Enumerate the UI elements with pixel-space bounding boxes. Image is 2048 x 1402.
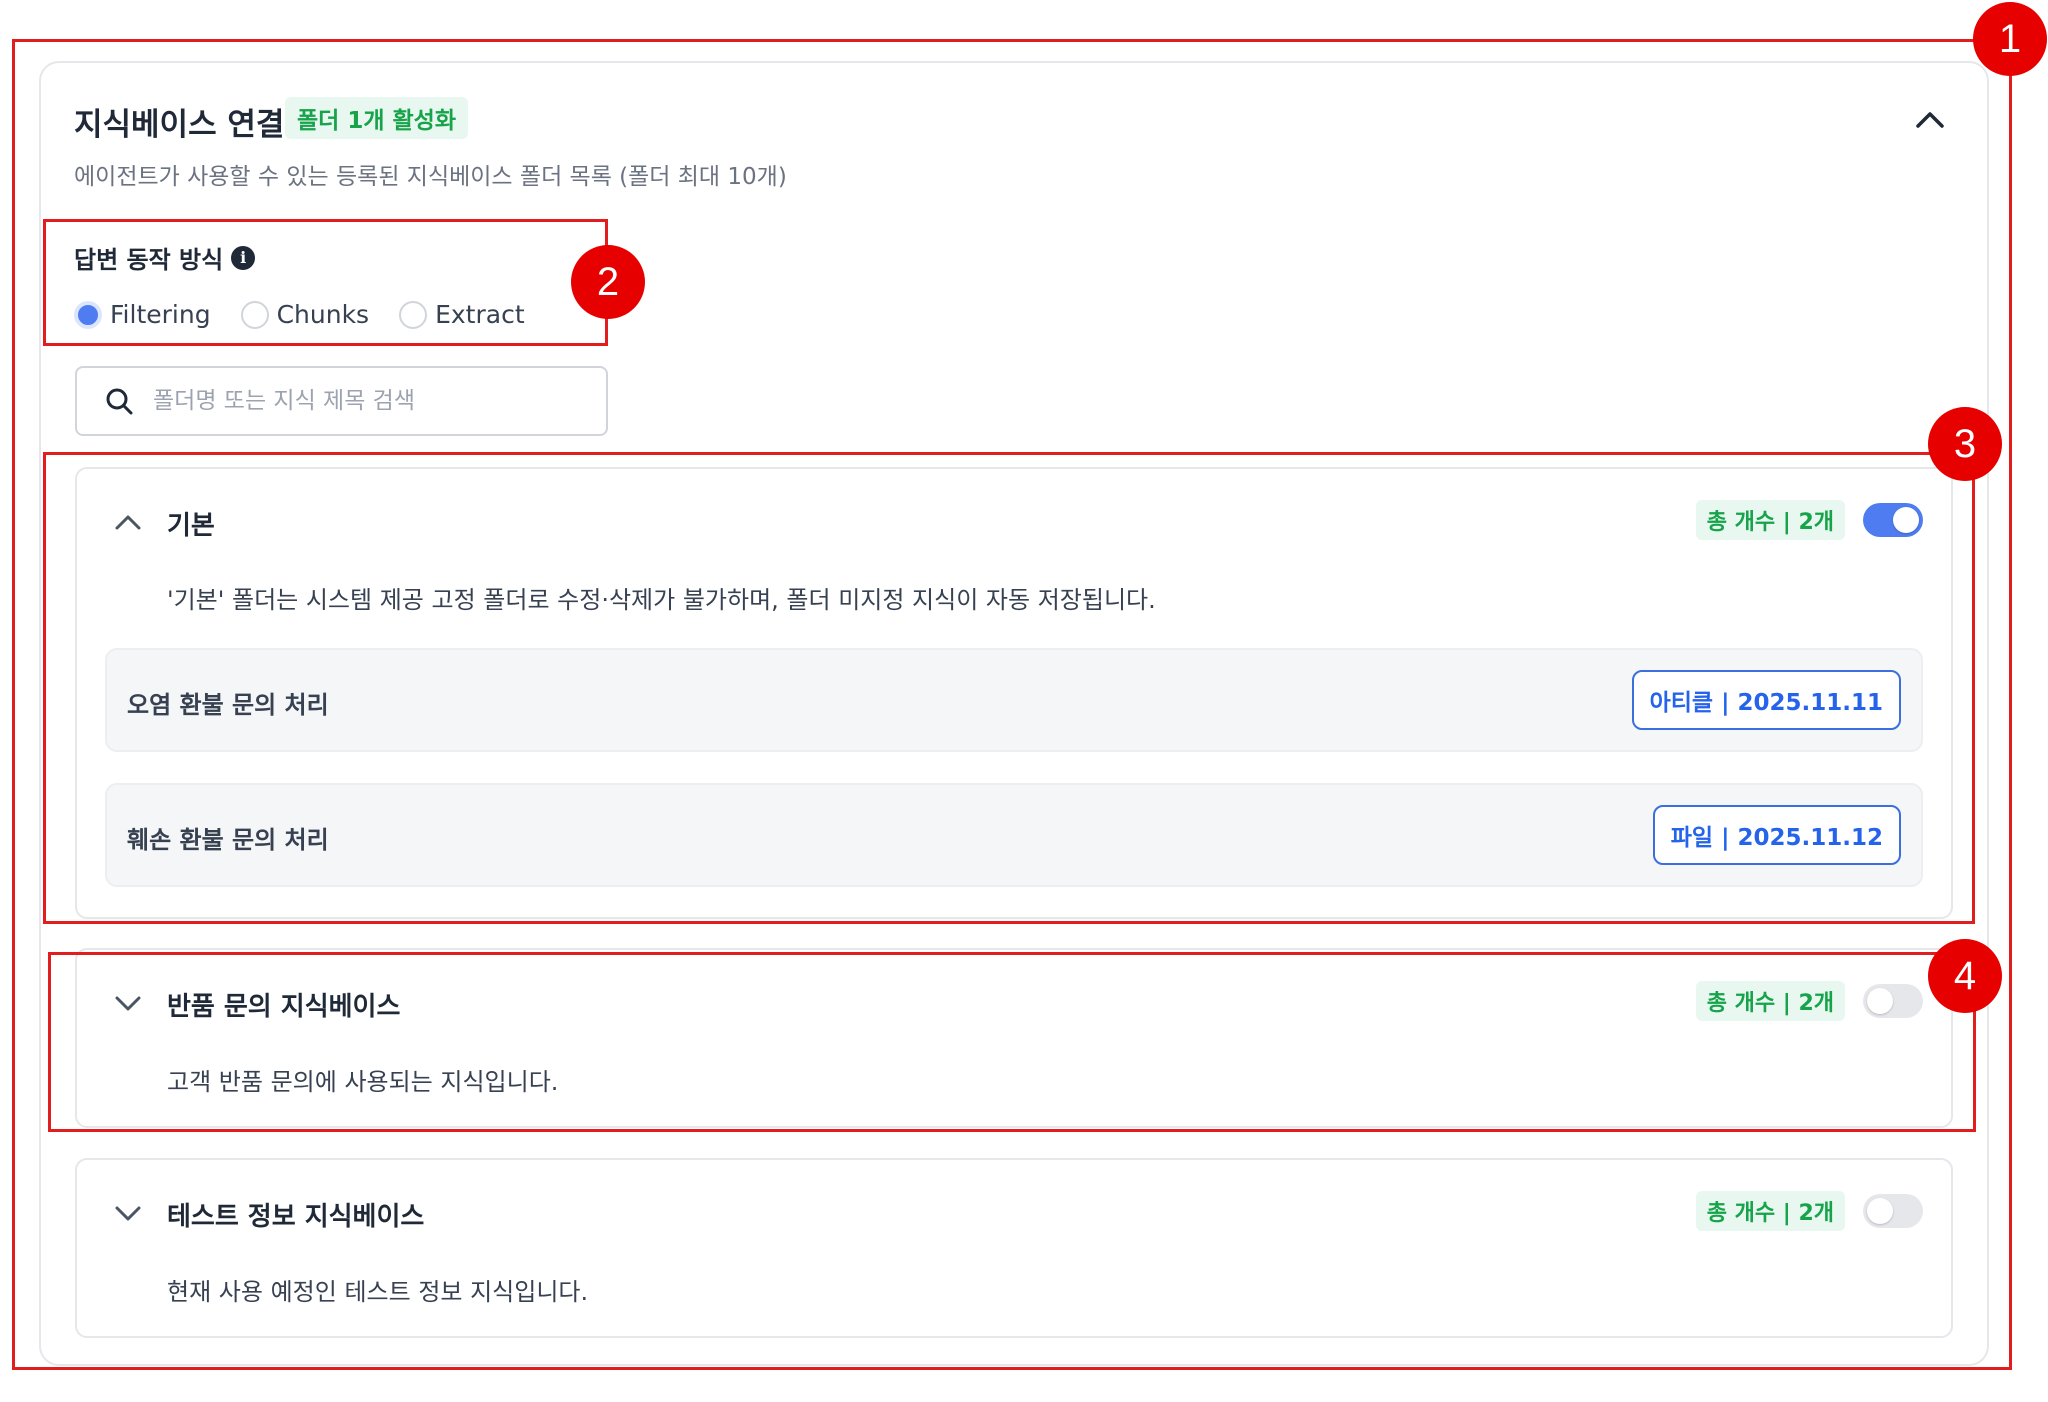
- annotation-marker-1: 1: [1973, 2, 2047, 76]
- annotation-box-2: [43, 219, 608, 346]
- annotation-marker-3: 3: [1928, 407, 2002, 481]
- annotation-marker-2: 2: [571, 245, 645, 319]
- annotation-marker-4: 4: [1928, 939, 2002, 1013]
- annotation-box-4: [48, 952, 1976, 1132]
- annotation-box-3: [43, 452, 1975, 924]
